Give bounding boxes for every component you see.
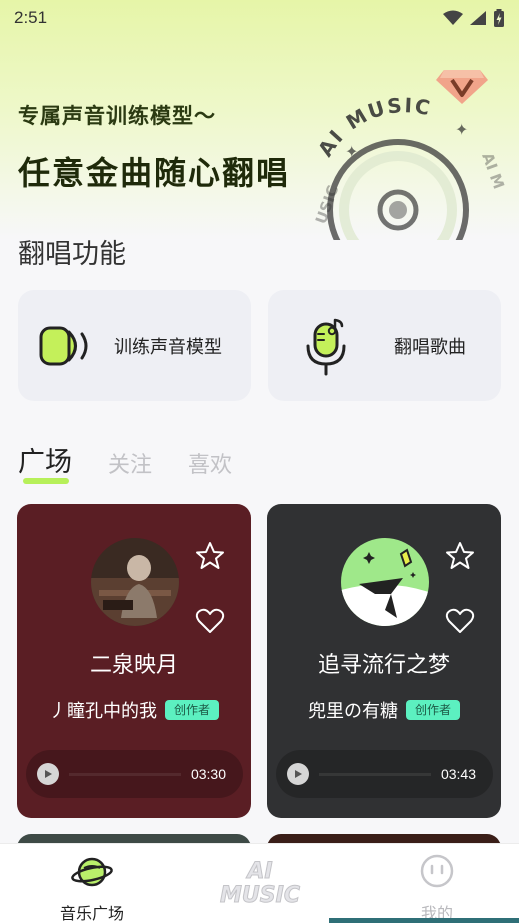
song-card[interactable]: 二泉映月 丿瞳孔中的我 创作者 03:30 <box>17 504 251 818</box>
song-card[interactable]: 追寻流行之梦 兜里の有糖 创作者 03:43 <box>267 504 501 818</box>
progress-bar[interactable] <box>319 772 431 776</box>
svg-text:✦: ✦ <box>455 120 468 139</box>
bottom-nav: 音乐广场 AI MUSIC 我的 <box>0 843 519 923</box>
song-title: 二泉映月 <box>89 653 178 678</box>
status-time: 2:51 <box>14 8 48 27</box>
signal-icon <box>470 11 486 25</box>
disc-text-top: AI MUSIC <box>313 95 432 161</box>
svg-text:AI MUSIC: AI MUSIC <box>313 95 434 161</box>
star-icon[interactable] <box>445 541 475 571</box>
section-title-functions: 翻唱功能 <box>18 239 126 270</box>
train-voice-model-label: 训练声音模型 <box>114 336 222 358</box>
star-icon[interactable] <box>195 541 225 571</box>
play-button[interactable] <box>37 763 59 785</box>
disc-text-side-right: AI M <box>478 150 508 191</box>
play-icon <box>295 770 302 778</box>
heart-icon[interactable] <box>445 606 475 636</box>
avatar <box>341 538 429 626</box>
duration: 03:30 <box>190 766 226 782</box>
feed-tabs: 广场 关注 喜欢 <box>18 440 268 484</box>
tab-following[interactable]: 关注 <box>108 447 152 479</box>
play-button[interactable] <box>287 763 309 785</box>
status-icons <box>443 9 505 27</box>
svg-text:✦: ✦ <box>345 142 358 161</box>
cover-song-label: 翻唱歌曲 <box>394 336 466 358</box>
tab-liked[interactable]: 喜欢 <box>188 447 232 479</box>
svg-text:AI: AI <box>245 859 272 884</box>
author-name[interactable]: 兜里の有糖 <box>308 697 398 723</box>
battery-icon <box>494 9 504 27</box>
disc-text-side-left: USIC <box>312 183 342 226</box>
smiley-face-icon <box>420 854 454 888</box>
system-nav-strip <box>329 918 519 923</box>
duration: 03:43 <box>440 766 476 782</box>
creator-badge: 创作者 <box>164 700 219 720</box>
play-icon <box>45 770 52 778</box>
heart-icon[interactable] <box>195 606 225 636</box>
progress-bar[interactable] <box>69 772 181 776</box>
microphone-icon <box>306 318 346 375</box>
status-bar: 2:51 <box>0 0 519 36</box>
hero-subtitle: 专属声音训练模型～ <box>18 104 216 128</box>
tab-plaza[interactable]: 广场 <box>18 440 72 484</box>
svg-text:MUSIC: MUSIC <box>220 883 300 908</box>
author-name[interactable]: 丿瞳孔中的我 <box>49 697 157 723</box>
diamond-v-icon[interactable] <box>436 64 488 104</box>
speaker-icon <box>39 326 88 365</box>
tab-plaza-label: 广场 <box>18 447 72 478</box>
author-row: 丿瞳孔中的我 创作者 <box>17 697 251 723</box>
ai-music-disc-art: AI MUSIC USIC AI M ✦ ✦ <box>312 95 508 240</box>
author-row: 兜里の有糖 创作者 <box>267 697 501 723</box>
creator-badge: 创作者 <box>405 700 460 720</box>
planet-icon <box>71 857 113 887</box>
tab-active-indicator <box>23 478 69 484</box>
cover-song-card[interactable]: 翻唱歌曲 <box>268 290 501 401</box>
audio-player: 03:30 <box>26 750 243 798</box>
nav-label-music-plaza: 音乐广场 <box>59 904 124 923</box>
ai-music-logo[interactable]: AI MUSIC <box>206 856 314 909</box>
hero-banner: 2:51 专属声音训练模型～ 任意金曲随心翻唱 AI MUSIC USIC AI… <box>0 0 519 240</box>
audio-player: 03:43 <box>276 750 493 798</box>
wifi-icon <box>443 10 463 25</box>
avatar <box>91 538 179 626</box>
song-title: 追寻流行之梦 <box>317 653 450 678</box>
train-voice-model-card[interactable]: 训练声音模型 <box>18 290 251 401</box>
hero-title: 任意金曲随心翻唱 <box>18 154 291 192</box>
